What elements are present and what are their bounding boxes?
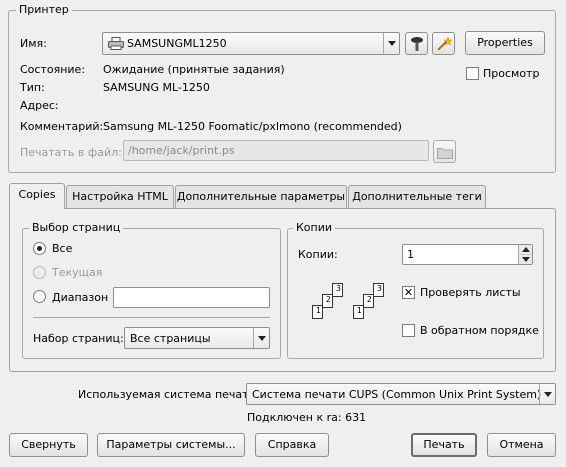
chevron-down-icon — [539, 384, 555, 404]
folder-icon — [437, 145, 453, 166]
magic-wand-icon — [436, 36, 453, 59]
printer-icon — [108, 37, 124, 50]
page-number: 3 — [335, 284, 341, 293]
tab-additional-tags-label: Дополнительные теги — [352, 190, 482, 203]
collapse-button[interactable]: Свернуть — [9, 433, 88, 457]
page-set-label: Набор страниц: — [33, 332, 124, 345]
reverse-label: В обратном порядке — [420, 324, 539, 337]
printer-setup-icon — [410, 36, 424, 59]
page-icon: 2 — [363, 294, 374, 308]
chevron-up-icon — [521, 247, 530, 252]
collate-label: Проверять листы — [420, 286, 521, 299]
state-value: Ожидание (принятые задания) — [103, 63, 285, 76]
printer-name-label: Имя: — [20, 37, 47, 50]
page-icon: 3 — [373, 283, 384, 297]
printer-name-combo[interactable]: SAMSUNGML1250 — [102, 32, 400, 55]
page-icon: 2 — [322, 294, 333, 308]
page-selection-title: Выбор страниц — [29, 221, 124, 234]
radio-range-label: Диапазон — [52, 291, 109, 304]
radio-current-label: Текущая — [52, 266, 103, 279]
browse-file-button[interactable] — [433, 140, 456, 163]
print-button[interactable]: Печать — [411, 433, 477, 457]
tab-copies[interactable]: Copies — [9, 183, 65, 209]
help-button[interactable]: Справка — [255, 433, 329, 457]
comment-value: Samsung ML-1250 Foomatic/pxlmono (recomm… — [103, 120, 402, 133]
range-input[interactable] — [113, 287, 270, 308]
page-set-combo[interactable]: Все страницы — [124, 327, 270, 349]
comment-label: Комментарий: — [20, 120, 104, 133]
page-set-value: Все страницы — [130, 332, 211, 345]
connection-status: Подключен к ra: 631 — [247, 411, 367, 424]
chevron-down-icon — [521, 257, 530, 262]
tab-html-settings[interactable]: Настройка HTML — [66, 185, 174, 209]
spin-up-button[interactable] — [518, 245, 532, 255]
print-system-combo[interactable]: Система печати CUPS (Common Unix Print S… — [246, 383, 556, 405]
cancel-button[interactable]: Отмена — [487, 433, 556, 457]
copies-group-title: Копии — [293, 221, 336, 234]
printer-magic-button[interactable] — [432, 32, 455, 55]
print-to-file-input[interactable]: /home/jack/print.ps — [123, 140, 429, 161]
copies-label: Копии: — [298, 248, 338, 261]
page-number: 2 — [366, 295, 372, 304]
tab-advanced-options[interactable]: Дополнительные параметры — [175, 185, 347, 209]
page-icon: 1 — [312, 305, 323, 319]
tab-advanced-options-label: Дополнительные параметры — [176, 190, 346, 203]
radio-all-label: Все — [52, 242, 73, 255]
copies-spinbox[interactable]: 1 — [402, 244, 533, 265]
printer-group-title: Принтер — [16, 3, 72, 16]
page-number: 3 — [376, 284, 382, 293]
copies-value: 1 — [407, 248, 414, 261]
radio-current[interactable] — [33, 266, 46, 279]
spin-down-button[interactable] — [518, 255, 532, 264]
collate-checkbox[interactable]: ✕ — [402, 286, 415, 299]
state-label: Состояние: — [20, 63, 86, 76]
reverse-checkbox[interactable] — [402, 324, 415, 337]
radio-all[interactable] — [33, 242, 46, 255]
collate-illustration: 3 2 1 3 2 1 — [300, 283, 395, 333]
print-system-value: Система печати CUPS (Common Unix Print S… — [252, 388, 542, 401]
preview-checkbox[interactable] — [466, 67, 479, 80]
tab-additional-tags[interactable]: Дополнительные теги — [348, 185, 486, 209]
print-to-file-label: Печатать в файл: — [20, 146, 122, 159]
page-icon: 1 — [353, 305, 364, 319]
chevron-down-icon — [253, 328, 269, 348]
type-value: SAMSUNG ML-1250 — [103, 81, 210, 94]
page-selection-divider — [33, 317, 270, 318]
preview-label: Просмотр — [483, 67, 540, 80]
page-icon: 3 — [332, 283, 343, 297]
page-number: 1 — [315, 306, 321, 315]
system-options-button[interactable]: Параметры системы... — [97, 433, 245, 457]
printer-wizard-button[interactable] — [405, 32, 428, 55]
address-label: Адрес: — [20, 99, 59, 112]
chevron-down-icon — [383, 33, 399, 54]
radio-range[interactable] — [33, 290, 46, 303]
print-system-label: Используемая система печати: — [78, 388, 260, 401]
tab-copies-label: Copies — [18, 188, 56, 201]
page-number: 1 — [356, 306, 362, 315]
page-number: 2 — [325, 295, 331, 304]
tab-html-settings-label: Настройка HTML — [72, 190, 168, 203]
type-label: Тип: — [20, 81, 45, 94]
printer-name-value: SAMSUNGML1250 — [127, 37, 227, 50]
properties-button[interactable]: Properties — [465, 31, 545, 55]
